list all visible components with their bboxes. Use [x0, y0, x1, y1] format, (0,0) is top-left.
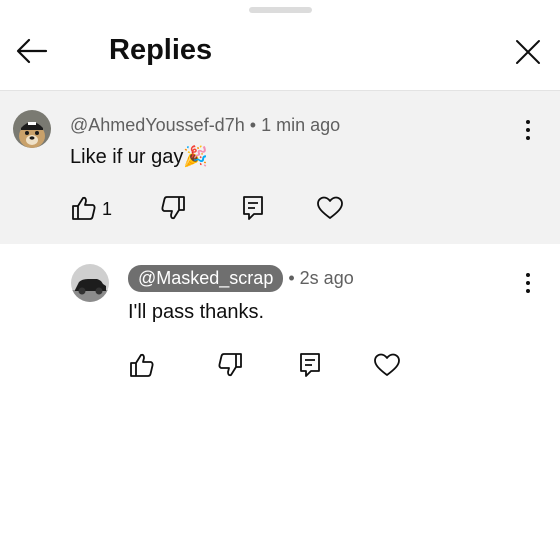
comment-options-button[interactable]: [521, 120, 535, 144]
dislike-button[interactable]: [216, 351, 244, 379]
car-avatar-icon: [71, 264, 109, 302]
reply-button[interactable]: [239, 194, 267, 222]
page-title: Replies: [109, 34, 213, 66]
like-count: 1: [102, 199, 113, 219]
party-popper-emoji: 🎉: [183, 146, 209, 168]
back-button[interactable]: [14, 36, 50, 66]
heart-icon: [317, 196, 343, 219]
heart-button[interactable]: [316, 194, 344, 222]
close-icon: [516, 40, 540, 64]
dislike-button[interactable]: [159, 194, 187, 222]
parent-comment: @AhmedYoussef-d7h • 1 min ago Like if ur…: [0, 91, 560, 244]
comment-reply-icon: [243, 196, 263, 220]
comment-author[interactable]: @AhmedYoussef-d7h: [70, 115, 245, 135]
arrow-left-icon: [16, 38, 48, 64]
thumbs-down-icon: [161, 196, 185, 220]
reply-meta: @Masked_scrap • 2s ago: [128, 265, 354, 292]
heart-icon: [374, 353, 400, 376]
separator-dot: •: [249, 115, 257, 135]
comment-reply-icon: [300, 353, 320, 377]
reply-time: 2s ago: [299, 268, 354, 288]
avatar[interactable]: [71, 264, 109, 302]
separator-dot: •: [288, 268, 295, 288]
dog-avatar-icon: [13, 110, 51, 148]
like-button[interactable]: [70, 194, 98, 222]
reply-button[interactable]: [296, 351, 324, 379]
reply-author-highlight[interactable]: @Masked_scrap: [128, 265, 284, 292]
reply-text: I'll pass thanks.: [128, 301, 265, 323]
thumbs-up-icon: [130, 353, 154, 377]
reply-options-button[interactable]: [521, 273, 535, 297]
close-button[interactable]: [512, 36, 544, 68]
comment-text: Like if ur gay🎉: [70, 146, 209, 168]
like-button[interactable]: [128, 351, 156, 379]
comment-time: 1 min ago: [261, 115, 341, 135]
heart-button[interactable]: [373, 351, 401, 379]
thumbs-down-icon: [218, 353, 242, 377]
sheet-drag-handle[interactable]: [249, 7, 312, 13]
avatar[interactable]: [13, 110, 51, 148]
comment-meta: @AhmedYoussef-d7h • 1 min ago: [70, 115, 340, 136]
thumbs-up-icon: [72, 196, 96, 220]
replies-header: Replies: [0, 14, 560, 91]
